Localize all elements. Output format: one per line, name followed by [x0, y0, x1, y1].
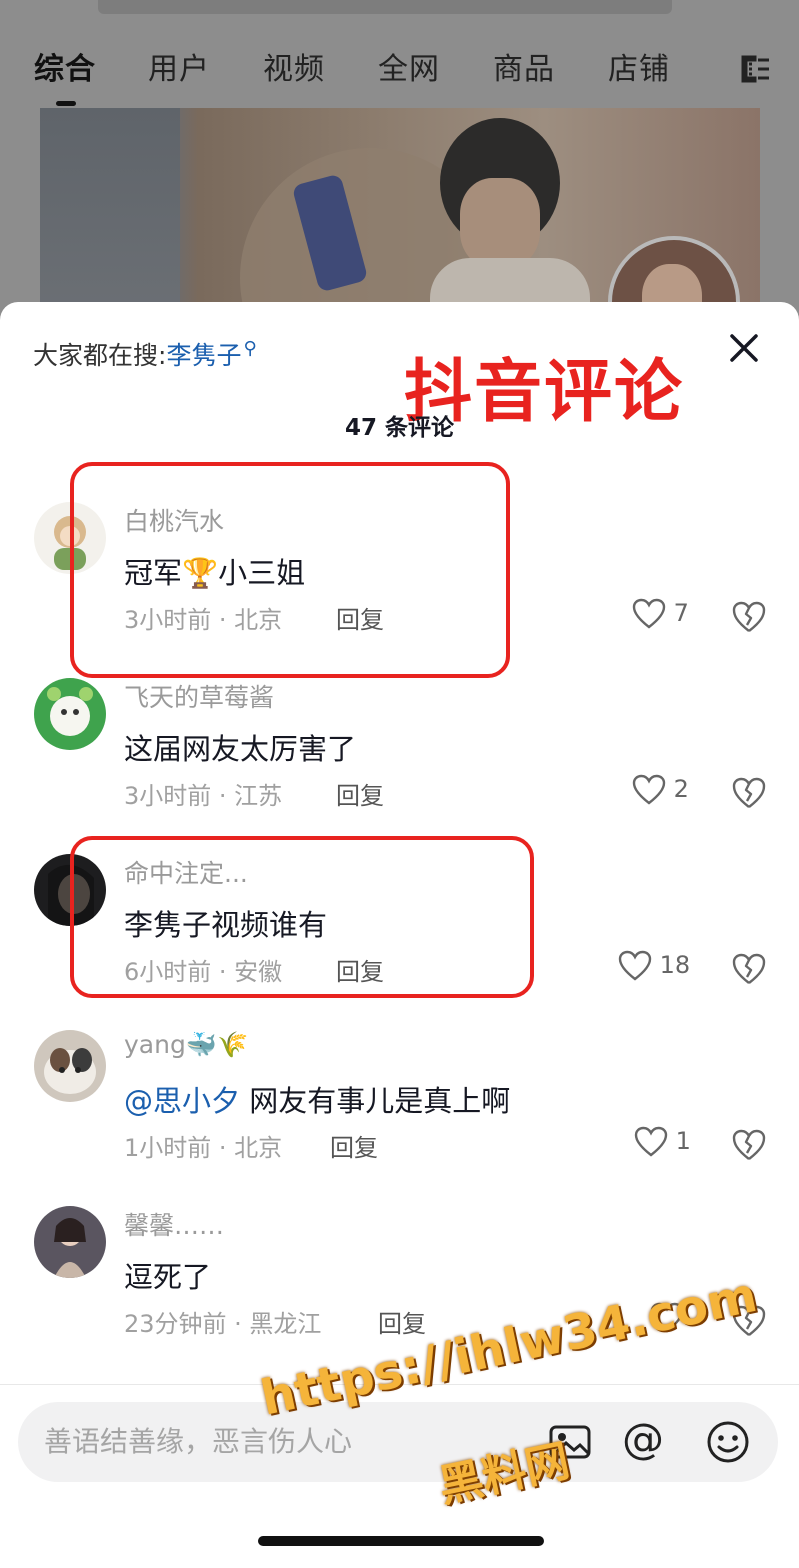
close-icon[interactable]: [722, 326, 766, 370]
like-button[interactable]: 18: [618, 950, 690, 982]
broken-heart-icon[interactable]: [732, 1128, 766, 1162]
comment-username[interactable]: yang🐳🌾: [124, 1030, 248, 1060]
home-indicator: [258, 1536, 544, 1546]
reply-button[interactable]: 回复: [336, 776, 384, 811]
active-tab-indicator: [56, 101, 76, 106]
search-bar[interactable]: [98, 0, 672, 14]
heart-icon: [632, 774, 666, 805]
search-icon: ⚲: [243, 338, 257, 359]
avatar[interactable]: [34, 1206, 106, 1278]
comment-username[interactable]: 馨馨……: [124, 1206, 224, 1242]
like-count: 1: [675, 1127, 691, 1155]
like-count: 7: [673, 599, 689, 627]
search-tabs: 综合 用户 视频 全网 商品 店铺: [0, 44, 799, 94]
comment-time-location: 1小时前 · 北京: [124, 1134, 283, 1162]
tab-comprehensive[interactable]: 综合: [34, 44, 96, 88]
heart-icon: [618, 950, 652, 981]
filter-icon[interactable]: [740, 54, 772, 84]
comment-item: yang🐳🌾 @思小夕 网友有事儿是真上啊 1小时前 · 北京 回复 1: [0, 1012, 799, 1182]
broken-heart-icon[interactable]: [732, 600, 766, 634]
background-search-page: 综合 用户 视频 全网 商品 店铺: [0, 0, 799, 348]
mention-icon[interactable]: @: [622, 1414, 664, 1463]
comment-sheet: 大家都在搜:李隽子 ⚲ 抖音评论 47 条评论 白桃汽水 冠军🏆小三姐 3小时前 …: [0, 302, 799, 1568]
broken-heart-icon[interactable]: [732, 776, 766, 810]
heart-icon: [634, 1126, 668, 1157]
comment-time-location: 3小时前 · 江苏: [124, 782, 283, 810]
hot-search-suggestion[interactable]: 大家都在搜:李隽子 ⚲: [33, 336, 257, 372]
tab-videos[interactable]: 视频: [263, 44, 325, 88]
like-button[interactable]: 2: [632, 774, 689, 806]
avatar[interactable]: [34, 678, 106, 750]
reply-button[interactable]: 回复: [378, 1304, 426, 1339]
broken-heart-icon[interactable]: [732, 952, 766, 986]
emoji-icon[interactable]: [706, 1420, 750, 1464]
highlight-box: [70, 836, 534, 998]
tab-products[interactable]: 商品: [493, 44, 555, 88]
like-count: 2: [673, 775, 689, 803]
reply-button[interactable]: 回复: [330, 1128, 378, 1163]
tab-users[interactable]: 用户: [148, 44, 210, 88]
comment-text: 逗死了: [124, 1260, 212, 1294]
highlight-box: [70, 462, 510, 678]
comment-count: 47 条评论: [344, 415, 454, 441]
comment-input-bar: @: [18, 1402, 778, 1482]
comment-text: @思小夕 网友有事儿是真上啊: [124, 1078, 510, 1120]
comment-time-location: 23分钟前 · 黑龙江: [124, 1310, 322, 1338]
mention-link[interactable]: @思小夕: [124, 1084, 240, 1118]
tab-web[interactable]: 全网: [378, 44, 440, 88]
like-button[interactable]: 7: [632, 598, 689, 630]
comment-text: 这届网友太厉害了: [124, 732, 357, 766]
hot-search-keyword[interactable]: 李隽子: [166, 341, 241, 370]
tab-stores[interactable]: 店铺: [608, 44, 670, 88]
avatar[interactable]: [34, 1030, 106, 1102]
comment-username[interactable]: 飞天的草莓酱: [124, 678, 274, 714]
hot-search-prefix: 大家都在搜:: [33, 341, 167, 370]
comment-item: 飞天的草莓酱 这届网友太厉害了 3小时前 · 江苏 回复 2: [0, 660, 799, 830]
like-count: 18: [659, 951, 691, 979]
comment-body: 网友有事儿是真上啊: [240, 1084, 511, 1118]
like-button[interactable]: 1: [634, 1126, 691, 1158]
heart-icon: [632, 598, 666, 629]
